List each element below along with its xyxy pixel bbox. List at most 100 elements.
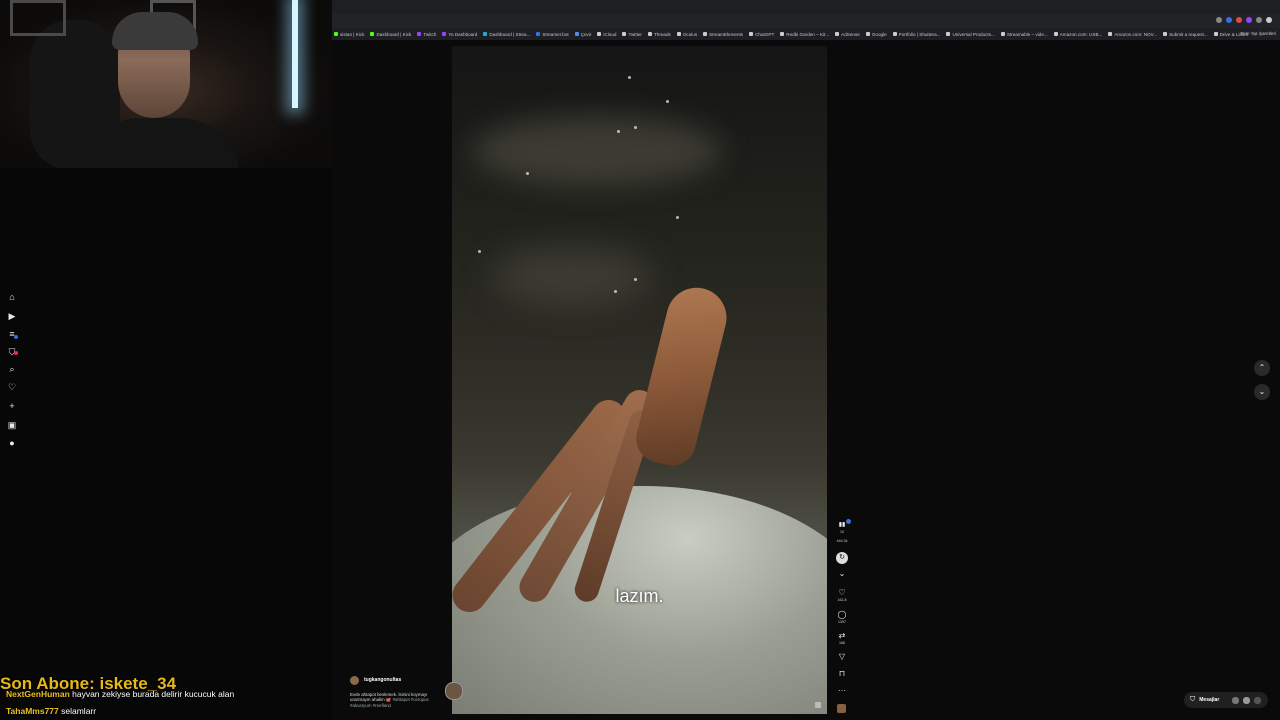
send-icon: ⛉ <box>1190 696 1196 703</box>
bookmark-item[interactable]: Threads <box>647 31 671 37</box>
bookmark-label: Threads <box>653 31 671 37</box>
bookmark-item[interactable]: sistan | Kick <box>334 32 364 37</box>
octopus-body <box>631 281 733 471</box>
bookmark-item[interactable]: Universal Products... <box>946 32 995 37</box>
search-icon[interactable]: ⌕ <box>6 363 18 375</box>
bookmark-favicon-icon <box>946 32 951 36</box>
profile-icon[interactable]: ● <box>6 437 18 449</box>
live-count-value: 10 <box>840 530 844 534</box>
bookmark-favicon-icon <box>442 32 447 36</box>
chevron-down-icon: ⌄ <box>1258 387 1266 396</box>
upload-icon[interactable]: + <box>6 400 18 412</box>
extension-icon[interactable] <box>1226 17 1232 23</box>
repost-icon: ⇄ <box>838 631 846 640</box>
share-icon: ▽ <box>838 652 846 661</box>
bookmark-item[interactable]: Oculus <box>676 32 697 37</box>
extension-icon[interactable] <box>1256 17 1262 23</box>
views-label: 444.2k <box>836 539 848 544</box>
chevron-down-icon: ⌄ <box>838 569 846 578</box>
next-video-button[interactable]: ⌄ <box>1254 384 1270 400</box>
extension-icon[interactable] <box>1246 17 1252 23</box>
previous-video-button[interactable]: ⌃ <box>1254 360 1270 376</box>
bookmark-item[interactable]: iCloud <box>597 32 616 37</box>
bubble <box>614 290 617 293</box>
bookmark-item[interactable]: Portfolio | Shuttera... <box>892 32 940 37</box>
bookmark-label: AdSense <box>841 31 860 37</box>
bookmark-favicon-icon <box>1053 32 1058 36</box>
bookmark-favicon-icon <box>574 32 579 36</box>
chevron-up-icon: ⌃ <box>1258 363 1266 372</box>
extension-icon[interactable] <box>1216 17 1222 23</box>
bookmark-favicon-icon <box>1000 32 1005 36</box>
extension-icon[interactable] <box>1236 17 1242 23</box>
bookmark-item[interactable]: Streamable – vide... <box>1000 31 1048 37</box>
sound-thumbnail[interactable] <box>837 704 846 713</box>
bookmark-favicon-icon <box>647 32 652 36</box>
bookmark-favicon-icon <box>780 32 785 36</box>
bookmark-item[interactable]: Twitch <box>417 32 436 37</box>
fullscreen-icon[interactable] <box>815 702 821 708</box>
bookmark-button[interactable]: ⊓ <box>836 669 848 679</box>
messages-icon[interactable]: ▣ <box>6 419 18 431</box>
chat-text: selamlarr <box>58 706 97 716</box>
bookmark-item[interactable]: Dashboard | Kick <box>370 32 411 37</box>
bubble <box>628 76 631 79</box>
like-button[interactable]: ♡ 161.8 <box>836 588 848 603</box>
home-icon[interactable]: ⌂ <box>6 291 18 303</box>
chat-message: NextGenHuman hayvan zekiyse burada delir… <box>6 689 234 699</box>
bookmark-item[interactable]: Çevir <box>574 32 591 37</box>
bookmark-item[interactable]: Redbi Garden – Kit... <box>780 32 829 37</box>
bookmark-item[interactable]: Submit a request... <box>1163 32 1208 37</box>
bookmark-item[interactable]: StreamElements <box>703 32 743 37</box>
bookmark-item[interactable]: Twitter <box>622 32 642 37</box>
video-subtitle: lazım. <box>615 586 664 606</box>
bookmark-label: ChatGPT <box>755 31 775 37</box>
comment-button[interactable]: ◯ 1397 <box>836 610 848 625</box>
bookmark-item[interactable]: ChatGPT <box>749 32 774 37</box>
message-avatar <box>1253 695 1263 705</box>
chat-username: NextGenHuman <box>6 689 70 699</box>
music-disc-icon[interactable] <box>445 682 463 700</box>
live-badge <box>846 519 851 524</box>
bookmark-favicon-icon <box>622 32 627 36</box>
bubble <box>526 172 529 175</box>
bookmark-favicon-icon <box>483 32 488 36</box>
more-button[interactable]: ··· <box>836 686 848 696</box>
bookmark-label: sistan | Kick <box>340 31 365 37</box>
activity-icon[interactable]: ♡ <box>6 381 18 393</box>
bookmark-item[interactable]: Amazon.com: NOV... <box>1108 32 1157 37</box>
creator-username[interactable]: tugkangonultas <box>364 677 401 683</box>
chat-message: TahaMms777 selamlarr <box>6 706 96 716</box>
message-avatar <box>1242 695 1252 705</box>
bookmark-favicon-icon <box>835 32 840 36</box>
bookmark-item[interactable]: Streamer.bot <box>536 32 569 37</box>
creator-avatar[interactable]: ↻ <box>836 552 848 564</box>
bookmark-favicon-icon <box>536 32 541 36</box>
bookmark-item[interactable]: Dashboard | Strea... <box>483 32 530 37</box>
share-button[interactable]: ▽ <box>836 652 848 662</box>
creator-avatar-small[interactable] <box>350 676 359 685</box>
bookmark-label: StreamElements <box>709 31 744 37</box>
bookmark-favicon-icon <box>703 32 708 36</box>
explore-icon[interactable]: ▶ <box>6 310 18 322</box>
bookmark-favicon-icon <box>892 32 897 36</box>
messages-label: Mesajlar <box>1199 697 1220 703</box>
chat-text: hayvan zekiyse burada delirir kucucuk al… <box>69 689 235 699</box>
bookmark-item[interactable]: Google <box>865 32 887 37</box>
bookmark-item[interactable]: Amazon.com: USB... <box>1053 32 1102 37</box>
bookmark-icon: ⊓ <box>838 669 846 678</box>
more-icon: ··· <box>838 686 846 695</box>
repost-count: 166 <box>839 641 845 645</box>
follow-toggle[interactable]: ⌄ <box>836 569 848 579</box>
profile-icon[interactable] <box>1266 17 1272 23</box>
messages-button[interactable]: ⛉ Mesajlar <box>1184 692 1268 708</box>
bookmark-item[interactable]: Yo Dashboard <box>442 32 477 37</box>
bookmark-item[interactable]: AdSense <box>835 32 860 37</box>
bookmark-label: Streamable – vide... <box>1006 31 1048 37</box>
video-player[interactable]: lazım. <box>452 46 827 714</box>
streamer-bandana <box>112 12 198 50</box>
bookmark-label: Twitter <box>628 31 642 37</box>
repost-button[interactable]: ⇄ 166 <box>836 631 848 646</box>
extension-icons[interactable] <box>1216 17 1272 23</box>
all-bookmarks-button[interactable]: Tüm Yer işaretleri <box>1240 31 1276 36</box>
